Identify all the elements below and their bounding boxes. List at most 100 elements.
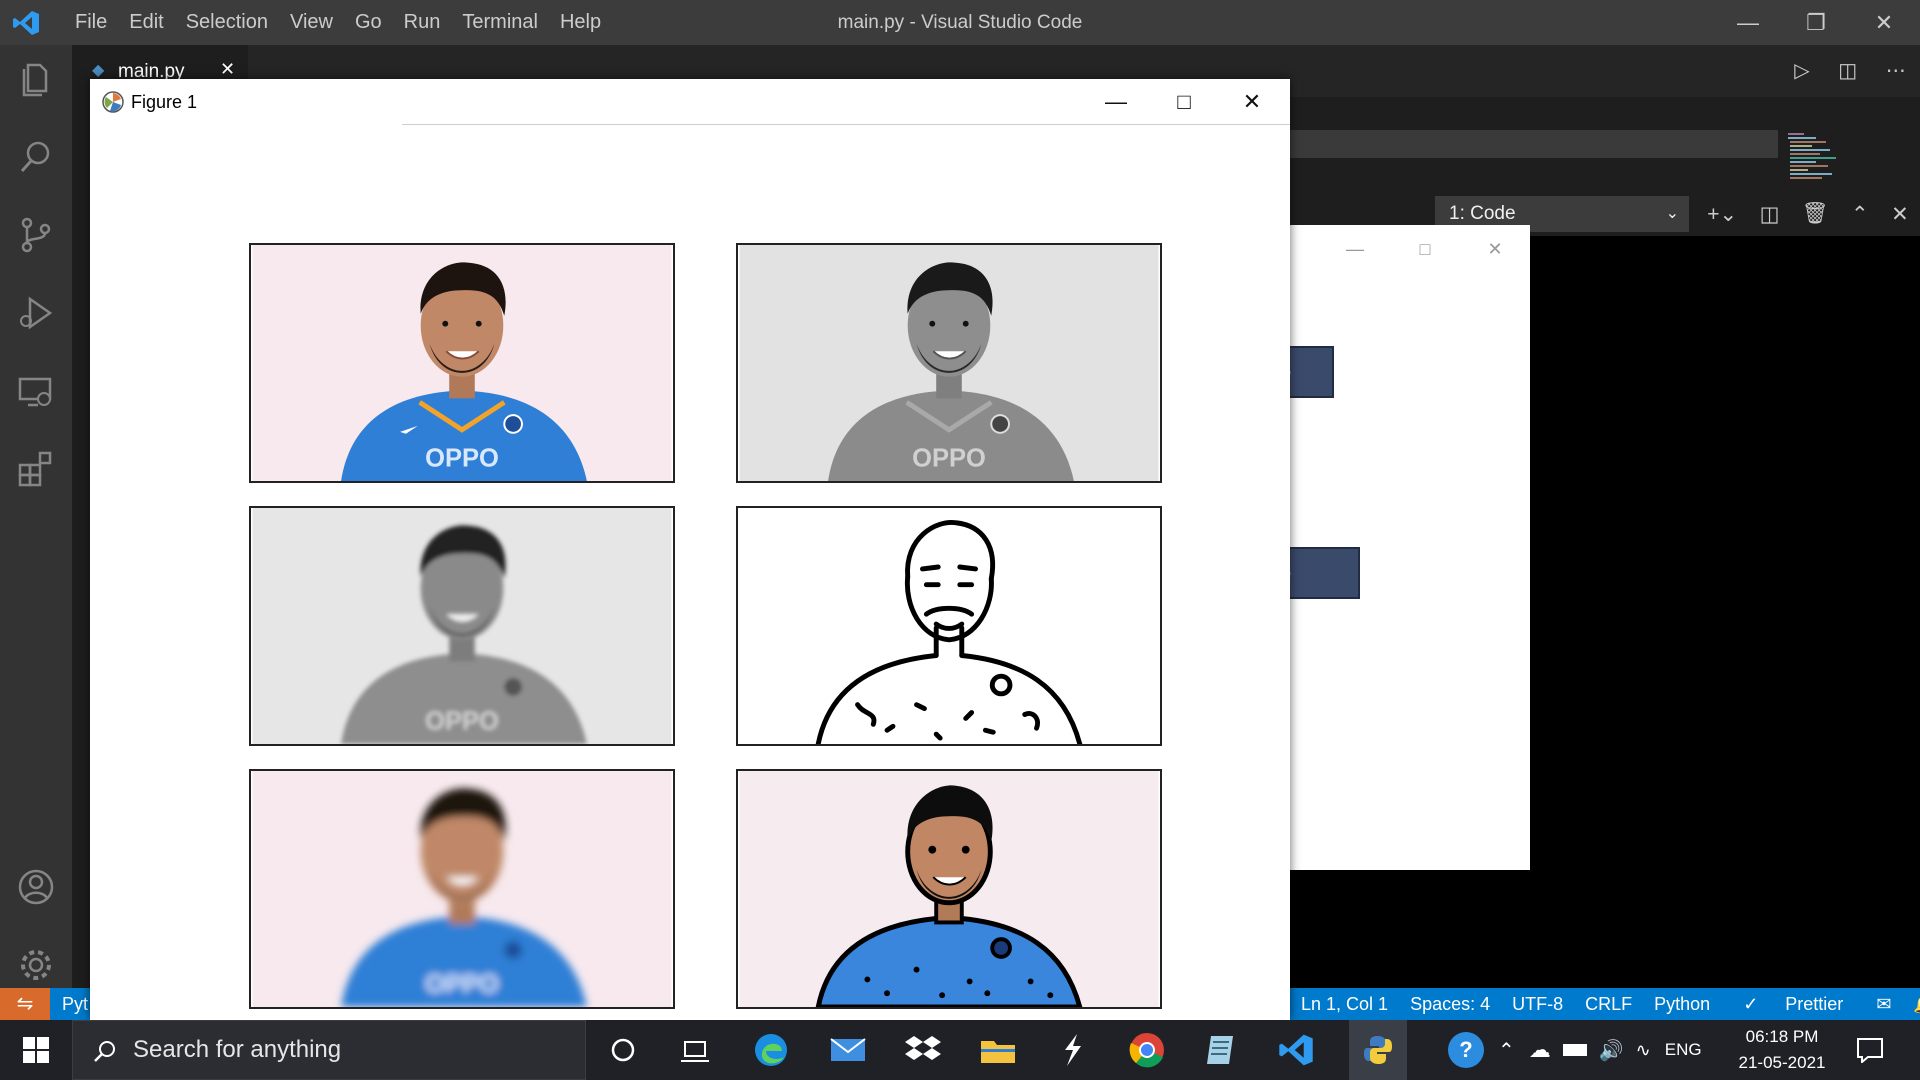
remote-explorer-icon[interactable] bbox=[16, 371, 56, 411]
menu-terminal[interactable]: Terminal bbox=[451, 11, 549, 34]
onedrive-cloud-icon[interactable]: ☁ bbox=[1529, 1037, 1551, 1063]
volume-icon[interactable]: 🔊 bbox=[1599, 1038, 1624, 1063]
tk-close-icon[interactable]: ✕ bbox=[1475, 236, 1515, 262]
settings-gear-icon[interactable] bbox=[16, 945, 56, 985]
maximize-panel-icon[interactable]: ⌃ bbox=[1851, 202, 1869, 227]
python-taskbar-icon[interactable] bbox=[1349, 1020, 1407, 1080]
menu-help[interactable]: Help bbox=[549, 11, 612, 34]
python-file-icon: ◆ bbox=[92, 62, 105, 79]
matplotlib-logo-icon bbox=[102, 91, 124, 113]
figure-close-icon[interactable]: ✕ bbox=[1218, 79, 1286, 125]
status-prettier-label: Prettier bbox=[1785, 993, 1844, 1014]
feedback-icon[interactable]: ✉ bbox=[1865, 994, 1902, 1015]
activity-bar bbox=[0, 45, 72, 988]
vscode-titlebar: File Edit Selection View Go Run Terminal… bbox=[0, 0, 1920, 45]
menu-go[interactable]: Go bbox=[344, 11, 393, 34]
notes-app-icon[interactable] bbox=[1199, 1028, 1243, 1072]
minimize-icon[interactable]: — bbox=[1714, 0, 1782, 45]
wifi-icon[interactable]: ∿ bbox=[1636, 1040, 1651, 1061]
explorer-icon[interactable] bbox=[16, 59, 56, 99]
tab-close-icon[interactable]: ✕ bbox=[220, 59, 235, 80]
subplot-blurred-gray: OPPO bbox=[249, 506, 675, 746]
close-icon[interactable]: ✕ bbox=[1850, 0, 1918, 45]
chevron-up-icon[interactable]: ⌃ bbox=[1498, 1038, 1515, 1063]
svg-text:OPPO: OPPO bbox=[425, 707, 499, 735]
minimap[interactable] bbox=[1786, 130, 1856, 186]
status-python-env[interactable]: Pyt bbox=[62, 988, 88, 1020]
panel-actions: +⌄ ◫ 🗑 ⌃ ✕ bbox=[1696, 196, 1920, 232]
svg-text:OPPO: OPPO bbox=[425, 444, 499, 472]
status-cursor-position[interactable]: Ln 1, Col 1 bbox=[1290, 994, 1399, 1015]
portrait-blurred-gray: OPPO bbox=[252, 508, 672, 744]
windows-taskbar: Search for anything ? ⌃ ☁ 🔊 ∿ ENG 06:18 … bbox=[0, 1020, 1920, 1080]
figure-toolbar-divider bbox=[402, 124, 1290, 125]
tk-maximize-icon[interactable]: □ bbox=[1405, 236, 1445, 262]
split-terminal-icon[interactable]: ◫ bbox=[1760, 202, 1780, 227]
taskbar-search-box[interactable]: Search for anything bbox=[72, 1020, 586, 1080]
more-actions-icon[interactable]: ⋯ bbox=[1886, 58, 1906, 83]
menu-edit[interactable]: Edit bbox=[118, 11, 174, 34]
portrait-grayscale: OPPO bbox=[739, 245, 1159, 481]
search-icon bbox=[94, 1041, 115, 1062]
menu-run[interactable]: Run bbox=[393, 11, 452, 34]
chrome-icon[interactable] bbox=[1125, 1028, 1169, 1072]
new-terminal-icon[interactable]: +⌄ bbox=[1707, 202, 1737, 227]
notification-center-icon[interactable] bbox=[1848, 1028, 1892, 1072]
figure-titlebar: Figure 1 — □ ✕ bbox=[90, 79, 1290, 125]
cortana-icon[interactable] bbox=[601, 1028, 645, 1072]
figure-maximize-icon[interactable]: □ bbox=[1150, 79, 1218, 125]
sublime-icon[interactable] bbox=[1050, 1028, 1094, 1072]
editor-scroll-area bbox=[1290, 130, 1778, 158]
taskbar-search-placeholder: Search for anything bbox=[133, 1036, 342, 1063]
menu-view[interactable]: View bbox=[279, 11, 344, 34]
file-explorer-icon[interactable] bbox=[976, 1028, 1020, 1072]
system-clock[interactable]: 06:18 PM 21-05-2021 bbox=[1722, 1024, 1842, 1076]
remote-indicator-icon[interactable]: ⇋ bbox=[0, 988, 50, 1020]
trash-icon[interactable]: 🗑 bbox=[1802, 202, 1829, 226]
split-editor-icon[interactable]: ◫ bbox=[1838, 58, 1857, 83]
figure-window: Figure 1 — □ ✕ OPPO OPPO OPPO OPPO bbox=[90, 79, 1290, 1020]
portrait-original: OPPO bbox=[252, 245, 672, 481]
extensions-icon[interactable] bbox=[16, 449, 56, 489]
vscode-taskbar-icon[interactable] bbox=[1274, 1028, 1318, 1072]
battery-icon[interactable] bbox=[1562, 1044, 1587, 1056]
subplot-cartoon bbox=[736, 769, 1162, 1009]
help-icon[interactable]: ? bbox=[1448, 1032, 1484, 1068]
clock-date: 21-05-2021 bbox=[1738, 1053, 1826, 1072]
subplot-color-smoothed: OPPO bbox=[249, 769, 675, 1009]
terminal-select-value: 1: Code bbox=[1449, 203, 1516, 224]
restore-icon[interactable]: ❐ bbox=[1782, 0, 1850, 45]
figure-minimize-icon[interactable]: — bbox=[1082, 79, 1150, 125]
system-tray: ? ⌃ ☁ 🔊 ∿ ENG bbox=[1448, 1020, 1702, 1080]
dropbox-icon[interactable] bbox=[901, 1028, 945, 1072]
status-encoding[interactable]: UTF-8 bbox=[1501, 994, 1574, 1015]
status-eol[interactable]: CRLF bbox=[1574, 994, 1643, 1015]
input-language[interactable]: ENG bbox=[1665, 1040, 1702, 1060]
check-icon: ✓ bbox=[1743, 993, 1764, 1014]
account-icon[interactable] bbox=[16, 867, 56, 907]
edge-browser-icon[interactable] bbox=[749, 1028, 793, 1072]
portrait-color-smoothed: OPPO bbox=[252, 771, 672, 1007]
run-file-icon[interactable]: ▷ bbox=[1794, 58, 1809, 83]
close-panel-icon[interactable]: ✕ bbox=[1891, 202, 1909, 227]
menu-file[interactable]: File bbox=[64, 11, 118, 34]
status-language[interactable]: Python bbox=[1643, 994, 1721, 1015]
status-prettier[interactable]: ✓ Prettier bbox=[1721, 994, 1865, 1015]
status-indentation[interactable]: Spaces: 4 bbox=[1399, 994, 1501, 1015]
svg-text:OPPO: OPPO bbox=[912, 444, 986, 472]
menu-bar: File Edit Selection View Go Run Terminal… bbox=[64, 0, 612, 45]
tk-minimize-icon[interactable]: — bbox=[1335, 236, 1375, 262]
status-right-items: Ln 1, Col 1 Spaces: 4 UTF-8 CRLF Python … bbox=[1290, 988, 1920, 1020]
editor-actions: ▷ ◫ ⋯ bbox=[1780, 50, 1920, 90]
menu-selection[interactable]: Selection bbox=[175, 11, 279, 34]
subplot-original: OPPO bbox=[249, 243, 675, 483]
notifications-bell-icon[interactable]: 🔔 bbox=[1902, 994, 1920, 1015]
task-view-icon[interactable] bbox=[673, 1028, 717, 1072]
source-control-icon[interactable] bbox=[16, 215, 56, 255]
run-debug-icon[interactable] bbox=[16, 293, 56, 333]
windows-start-icon[interactable] bbox=[0, 1020, 72, 1080]
mail-icon[interactable] bbox=[826, 1028, 870, 1072]
search-icon[interactable] bbox=[16, 137, 56, 177]
portrait-edges bbox=[739, 508, 1159, 744]
clock-time: 06:18 PM bbox=[1745, 1027, 1819, 1046]
